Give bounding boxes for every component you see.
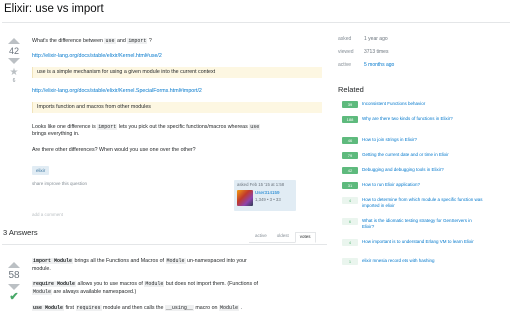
answer-text: brings all the Functions and Macros of <box>74 258 165 264</box>
tab-votes[interactable]: votes <box>294 232 316 243</box>
stat-viewed: viewed 3713 times <box>338 49 388 55</box>
intro-text: and <box>116 38 126 44</box>
question-vote-count: 42 <box>8 46 19 56</box>
blockquote-import: Imports function and macros from other m… <box>32 102 322 113</box>
blockquote-use: use is a simple mechanism for using a gi… <box>32 67 322 78</box>
inline-code: import <box>127 38 148 44</box>
related-score: 39 <box>342 101 358 108</box>
accepted-check-icon: ✔ <box>9 291 19 303</box>
inline-code: __using__ <box>164 305 194 311</box>
related-score: 188 <box>342 116 358 123</box>
inline-code: Module <box>165 258 186 264</box>
tag-elixir[interactable]: elixir <box>32 166 50 175</box>
answer-sort-tabs: active oldest votes <box>249 232 316 243</box>
answer-line: Module are always available namespaced.) <box>32 289 136 296</box>
answer-line: use Module first requires module and the… <box>32 305 242 312</box>
stat-active: active 5 months ago <box>338 62 394 68</box>
related-score: 4 <box>342 197 358 204</box>
answer-line: import Module brings all the Functions a… <box>32 258 247 265</box>
question-title[interactable]: Elixir: use vs import <box>4 3 104 15</box>
answer-text: are always available namespaced.) <box>53 289 137 295</box>
divider <box>2 244 327 245</box>
para-text: Looks like one difference is <box>32 124 96 130</box>
tab-active[interactable]: active <box>251 232 271 242</box>
upvote-arrow-icon[interactable] <box>8 38 20 44</box>
inline-code: use <box>249 124 261 130</box>
divider <box>2 22 510 23</box>
inline-code: Module <box>218 305 239 311</box>
related-score: 4 <box>342 239 358 246</box>
avatar[interactable] <box>237 190 253 206</box>
related-link[interactable]: How to run Elixir application? <box>362 182 484 188</box>
stat-label: viewed <box>338 49 354 55</box>
related-score: 6 <box>342 218 358 225</box>
downvote-arrow-icon[interactable] <box>8 284 20 290</box>
inline-code: Module <box>32 289 53 295</box>
add-comment-link[interactable]: add a comment <box>32 212 63 217</box>
inline-code: requires <box>75 305 102 311</box>
related-score: 79 <box>342 152 358 159</box>
related-link[interactable]: Getting the current date and or time in … <box>362 152 484 158</box>
downvote-arrow-icon[interactable] <box>8 58 20 64</box>
answer-line: module. <box>32 266 51 272</box>
inline-code: Module <box>144 281 165 287</box>
question-vote-cell: 42 ★ 6 <box>2 38 26 84</box>
stat-value[interactable]: 5 months ago <box>364 62 394 68</box>
inline-code: import <box>97 124 118 130</box>
tab-oldest[interactable]: oldest <box>273 232 293 242</box>
para-text: lets you pick out the specific functions… <box>118 124 248 130</box>
owner-username[interactable]: User314159 <box>255 190 280 195</box>
related-link[interactable]: elixir mnesia record ets with hashing <box>362 258 484 264</box>
intro-text: What's the difference between <box>32 38 103 44</box>
inline-code: use Module <box>32 305 65 311</box>
asked-timestamp: asked Feb 15 '15 at 1:58 <box>237 182 285 187</box>
answers-count-header: 3 Answers <box>3 228 38 237</box>
inline-code: use <box>104 38 116 44</box>
post-menu[interactable]: share improve this question <box>32 181 87 186</box>
inline-code: require Module <box>32 281 77 287</box>
related-score: 1 <box>342 258 358 265</box>
answer-vote-cell: 58 ✔ <box>2 262 26 303</box>
answer-line: require Module allows you to use macros … <box>32 281 258 288</box>
favorite-star-icon[interactable]: ★ <box>2 68 26 78</box>
related-link[interactable]: How to determine from which module a spe… <box>362 197 484 209</box>
answer-text: allows you to use macros of <box>77 281 143 287</box>
stat-value: 1 year ago <box>364 36 388 42</box>
related-link[interactable]: Why are there two kinds of functions in … <box>362 116 484 122</box>
answer-vote-count: 58 <box>8 270 20 281</box>
owner-card: asked Feb 15 '15 at 1:58 User314159 1,34… <box>234 180 296 211</box>
answer-text: but does not import them. (Functions of <box>165 281 258 287</box>
question-paragraph-2: Are there other differences? When would … <box>32 147 196 153</box>
related-link[interactable]: Inconsistent Functions behavior <box>362 101 484 107</box>
related-link[interactable]: How important is to understand Erlang VM… <box>362 239 484 245</box>
stat-asked: asked 1 year ago <box>338 36 388 42</box>
inline-code: import Module <box>32 258 74 264</box>
upvote-arrow-icon[interactable] <box>8 262 20 268</box>
related-score: 42 <box>342 167 358 174</box>
answer-text: un-namespaced into your <box>187 258 247 264</box>
question-paragraph: Looks like one difference is import lets… <box>32 124 261 131</box>
docs-link-import[interactable]: http://elixir-lang.org/docs/stable/elixi… <box>32 88 202 95</box>
related-header: Related <box>338 85 364 94</box>
related-link[interactable]: What is the idiomatic testing strategy f… <box>362 218 484 230</box>
answer-text: macro on <box>195 305 218 311</box>
related-link[interactable]: How to join strings in Elixir? <box>362 137 484 143</box>
stat-label: active <box>338 62 352 68</box>
question-paragraph-cont: brings everything in. <box>32 131 80 137</box>
answer-text: first <box>65 305 75 311</box>
answer-text: . <box>240 305 242 311</box>
answer-text: module and then calls the <box>103 305 164 311</box>
related-score: 46 <box>342 137 358 144</box>
related-score: 31 <box>342 182 358 189</box>
intro-text: ? <box>148 38 152 44</box>
stat-label: asked <box>338 36 352 42</box>
related-link[interactable]: Debugging and debugging tools in Elixir? <box>362 167 484 173</box>
question-intro: What's the difference between use and im… <box>32 38 152 45</box>
owner-reputation: 1,349 • 3 • 33 <box>255 197 281 202</box>
favorite-count: 6 <box>12 78 16 84</box>
docs-link-use[interactable]: http://elixir-lang.org/docs/stable/elixi… <box>32 53 162 60</box>
stat-value: 3713 times <box>364 49 389 55</box>
